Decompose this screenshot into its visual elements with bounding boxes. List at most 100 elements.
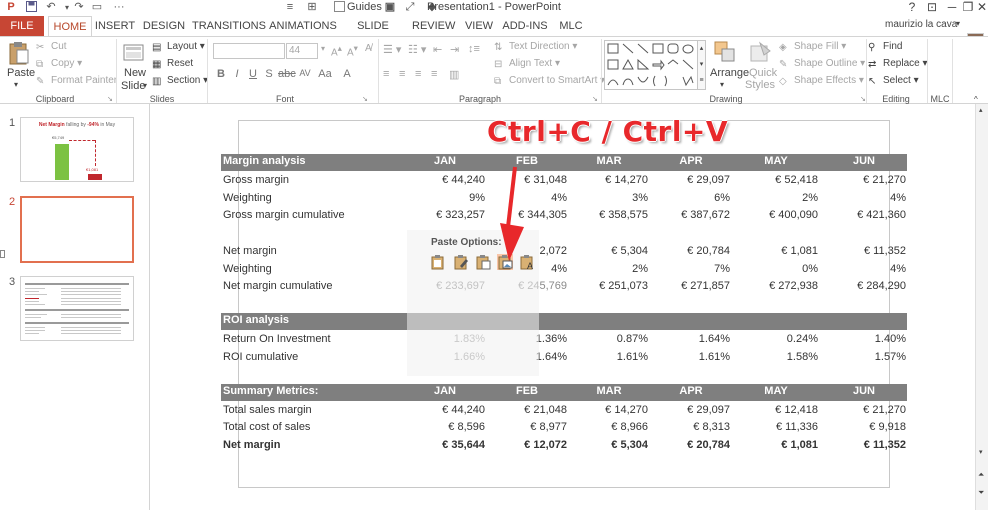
font-launcher-icon[interactable]: ↘ [362, 95, 368, 103]
scroll-up-icon[interactable]: ▴ [979, 106, 983, 114]
paste-icon[interactable] [9, 41, 29, 68]
decrease-indent-icon[interactable]: ⇤ [433, 43, 442, 56]
font-size-dropdown-icon[interactable]: ▾ [321, 44, 325, 53]
tab-mlc[interactable]: MLC [556, 16, 586, 36]
arrange-button[interactable]: Arrange [710, 67, 749, 79]
select-button[interactable]: ↖ Select ▾ [868, 75, 919, 87]
ribbon-display-options-button[interactable]: ⊡ [922, 0, 942, 14]
shrink-font-icon[interactable]: A▾ [347, 43, 358, 58]
underline-icon[interactable]: U [246, 68, 260, 80]
tab-design[interactable]: DESIGN [142, 16, 186, 36]
next-slide-icon[interactable]: ⏷ [978, 488, 984, 498]
font-size-combobox[interactable]: 44 [286, 43, 318, 59]
align-left-icon[interactable]: ≡ [383, 68, 389, 80]
strikethrough-icon[interactable]: abc [278, 68, 296, 80]
line-spacing-icon[interactable]: ↕≡ [468, 43, 480, 55]
align-center-icon[interactable]: ≡ [399, 68, 405, 80]
previous-slide-icon[interactable]: ⏶ [978, 470, 984, 480]
collapse-ribbon-icon[interactable]: ^ [974, 95, 978, 104]
tab-animations[interactable]: ANIMATIONS [268, 16, 338, 36]
tab-add-ins[interactable]: ADD-INS [502, 16, 548, 36]
slide-thumbnail-2[interactable] [20, 196, 134, 263]
align-right-icon[interactable]: ≡ [415, 68, 421, 80]
table-cell: € 44,240 [442, 404, 485, 416]
shape-outline-button[interactable]: ✎ Shape Outline ▾ [779, 58, 865, 70]
user-dropdown-icon[interactable]: ▾ [956, 19, 960, 28]
thumb-title-b: falling by [64, 122, 88, 128]
layout-button[interactable]: ▤ Layout ▾ [152, 41, 205, 53]
quick-styles-button[interactable]: Quick [749, 67, 777, 79]
replace-button[interactable]: ⇄ Replace ▾ [868, 58, 928, 70]
paragraph-launcher-icon[interactable]: ↘ [592, 95, 598, 103]
bold-icon[interactable]: B [214, 68, 228, 80]
tab-transitions[interactable]: TRANSITIONS [192, 16, 266, 36]
copy-label: Copy [51, 58, 75, 69]
bullets-icon[interactable]: ☰ ▾ [383, 43, 401, 56]
char-spacing-icon[interactable]: AV [298, 68, 312, 78]
font-name-combobox[interactable] [213, 43, 285, 59]
close-button[interactable]: ✕ [972, 0, 988, 14]
quick-styles-icon[interactable] [750, 41, 772, 66]
paste-embed-icon[interactable] [475, 254, 491, 270]
arrange-dropdown-icon[interactable]: ▾ [720, 80, 724, 89]
table-header-title: Margin analysis [223, 155, 306, 167]
thumb-title-c: -94% [87, 122, 99, 128]
change-case-icon[interactable]: Aa [318, 68, 332, 80]
thumbnail-number: 1 [9, 117, 16, 129]
tab-home[interactable]: HOME [48, 16, 92, 37]
drawing-launcher-icon[interactable]: ↘ [860, 95, 866, 103]
shape-effects-button[interactable]: ◇ Shape Effects ▾ [779, 75, 864, 87]
new-slide-button[interactable]: New [124, 67, 146, 79]
paste-use-destination-theme-icon[interactable] [430, 254, 446, 270]
copy-button[interactable]: ⧉ Copy ▾ [36, 58, 82, 70]
scroll-down-icon[interactable]: ▾ [979, 448, 983, 456]
convert-smartart-button[interactable]: ⧉ Convert to SmartArt ▾ [494, 75, 605, 87]
cut-button[interactable]: ✂ Cut [36, 41, 67, 53]
month-header: MAY [764, 385, 788, 397]
paste-dropdown-icon[interactable]: ▾ [14, 80, 18, 89]
tab-file[interactable]: FILE [0, 16, 44, 36]
reset-button[interactable]: ▦ Reset [152, 58, 193, 70]
help-button[interactable]: ? [902, 0, 922, 14]
arrange-icon[interactable] [714, 41, 736, 66]
shapes-gallery[interactable] [604, 40, 698, 90]
user-name[interactable]: maurizio la cava [885, 19, 957, 30]
justify-icon[interactable]: ≡ [431, 68, 437, 80]
text-direction-button[interactable]: ⇅ Text Direction ▾ [494, 41, 577, 53]
thumb-bar2-label: €1,081 [86, 167, 99, 172]
left-panel-resize-handle[interactable] [0, 250, 5, 258]
find-button[interactable]: ⚲ Find [868, 41, 902, 53]
slide-thumbnail-1[interactable]: Net Margin falling by -94% in May €5,749… [20, 117, 134, 182]
thumb-dash-h [69, 140, 95, 141]
tab-view[interactable]: VIEW [462, 16, 496, 36]
tab-slide-show[interactable]: SLIDE SHOW [342, 16, 404, 52]
shape-fill-button[interactable]: ◈ Shape Fill ▾ [779, 41, 846, 53]
table-cell: € 1,081 [781, 439, 818, 451]
tab-review[interactable]: REVIEW [412, 16, 455, 36]
new-slide-icon[interactable] [123, 41, 145, 66]
columns-icon[interactable]: ▥ [449, 68, 459, 81]
layout-label: Layout [167, 41, 198, 52]
vertical-scrollbar[interactable]: ▴ ▾ ⏶ ⏷ [975, 104, 988, 510]
slide-thumbnail-3[interactable] [20, 276, 134, 341]
tab-insert[interactable]: INSERT [94, 16, 136, 36]
paste-button[interactable]: Paste [7, 67, 35, 79]
format-painter-button[interactable]: ✎ Format Painter [36, 75, 117, 87]
align-text-button[interactable]: ⊟ Align Text ▾ [494, 58, 560, 70]
grow-font-icon[interactable]: A▴ [331, 43, 342, 58]
slide-thumbnails-panel: 1 Net Margin falling by -94% in May €5,7… [0, 104, 150, 510]
shapes-gallery-scroll[interactable]: ▴ ▾ ≡ [697, 40, 706, 90]
thumb-title-d: in May [98, 122, 116, 128]
paste-keep-source-formatting-icon[interactable] [453, 254, 469, 270]
clear-format-icon[interactable]: A̸ [365, 43, 372, 54]
section-button[interactable]: ▥ Section ▾ [152, 75, 208, 87]
numbering-icon[interactable]: ☷ ▾ [408, 43, 426, 56]
increase-indent-icon[interactable]: ⇥ [450, 43, 459, 56]
clipboard-launcher-icon[interactable]: ↘ [107, 95, 113, 103]
table-cell: € 271,857 [681, 280, 730, 292]
table-header-title: Summary Metrics: [223, 385, 319, 397]
shadow-icon[interactable]: S [262, 68, 276, 80]
font-color-icon[interactable]: A [340, 68, 354, 80]
italic-icon[interactable]: I [230, 68, 244, 80]
new-slide-dropdown-icon[interactable]: ▾ [143, 81, 147, 90]
